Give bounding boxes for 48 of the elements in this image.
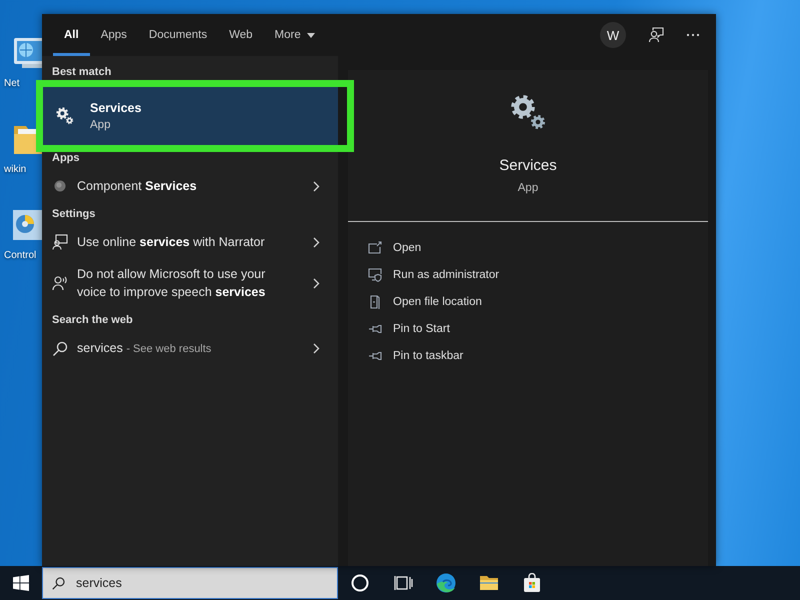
search-result[interactable]: Component Services: [42, 170, 338, 202]
search-result[interactable]: Use online services with Narrator: [42, 226, 338, 258]
folder-icon[interactable]: [478, 573, 498, 593]
document-icon: [368, 294, 382, 308]
action-item[interactable]: Pin to Start: [348, 315, 708, 342]
gears-icon: [56, 107, 74, 125]
task-view-icon[interactable]: [392, 573, 412, 593]
chevron-icon: [313, 343, 320, 354]
monitor-shield-icon: [368, 268, 382, 282]
shopping-bag-icon[interactable]: [522, 573, 542, 593]
tab[interactable]: Apps: [90, 14, 138, 56]
monitor-person-icon: [52, 234, 68, 250]
desktop-icon-label: Net: [3, 78, 20, 90]
chevron-icon: [313, 180, 320, 192]
feedback-icon[interactable]: [648, 27, 664, 43]
caret-icon: [306, 32, 315, 38]
tab[interactable]: Documents: [138, 14, 218, 56]
search-icon: [52, 340, 68, 356]
gears-icon: [510, 94, 546, 130]
account-avatar[interactable]: W: [600, 22, 626, 48]
windows-logo-icon[interactable]: [13, 575, 29, 591]
chevron-icon: [313, 236, 320, 248]
action-item[interactable]: Run as administrator: [348, 261, 708, 288]
tab[interactable]: More: [264, 14, 326, 56]
tab[interactable]: Web: [218, 14, 264, 56]
section-heading: Settings: [51, 207, 96, 222]
more-icon[interactable]: [686, 33, 700, 37]
desktop-icon-label: wikin: [3, 164, 26, 176]
sphere-icon: [54, 180, 66, 192]
search-result[interactable]: Do not allow Microsoft to use your voice to improve speech services: [42, 258, 338, 308]
section-heading: Apps: [51, 151, 80, 166]
desktop-icon-label: Control: [3, 250, 36, 262]
open-window-icon: [368, 240, 382, 254]
circle-icon[interactable]: [350, 573, 370, 593]
browser-icon[interactable]: [436, 573, 456, 593]
app-title: Services: [499, 156, 557, 176]
section-heading: Best match: [51, 65, 112, 80]
section-heading: Search the web: [51, 313, 134, 328]
app-type: App: [518, 181, 538, 196]
chevron-icon: [313, 278, 320, 288]
action-item[interactable]: Pin to taskbar: [348, 342, 708, 369]
best-match-result[interactable]: Services App: [42, 86, 338, 146]
person-voice-icon: [52, 275, 68, 291]
web-search-result[interactable]: services - See web results: [42, 332, 338, 365]
action-item[interactable]: Open: [348, 234, 708, 261]
action-item[interactable]: Open file location: [348, 288, 708, 315]
search-field[interactable]: services: [42, 567, 338, 599]
search-icon: [52, 576, 65, 590]
